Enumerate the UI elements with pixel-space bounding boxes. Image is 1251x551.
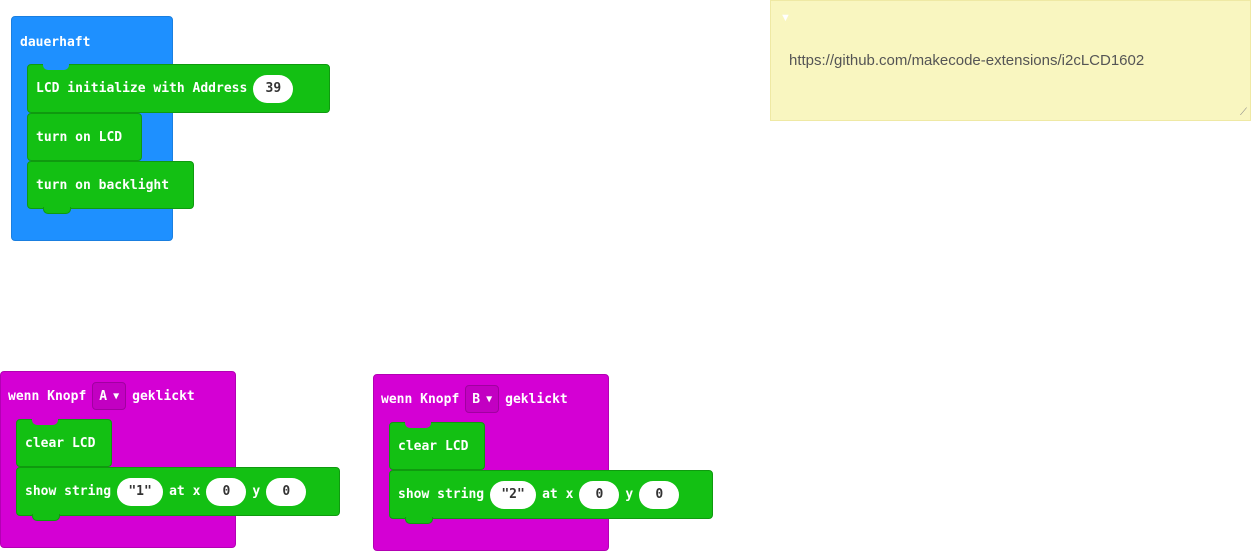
block-notch bbox=[405, 422, 431, 428]
lcd-initialize-label: LCD initialize with Address bbox=[36, 81, 248, 96]
resize-grip-icon[interactable]: ⟋ bbox=[1240, 107, 1247, 118]
y-input-a[interactable]: 0 bbox=[266, 477, 307, 506]
turn-on-lcd-label: turn on LCD bbox=[36, 129, 123, 145]
button-b-value: B bbox=[472, 391, 481, 407]
turn-on-lcd-block[interactable]: turn on LCD bbox=[27, 113, 142, 161]
clear-lcd-block-b[interactable]: clear LCD bbox=[389, 422, 485, 470]
button-a-dropdown[interactable]: A ▼ bbox=[92, 382, 127, 410]
at-x-label-a: at x bbox=[169, 484, 201, 499]
show-string-block-b[interactable]: show string "2" at x 0 y 0 bbox=[389, 470, 713, 524]
clear-lcd-block-a[interactable]: clear LCD bbox=[16, 419, 112, 467]
button-b-dropdown[interactable]: B ▼ bbox=[465, 385, 500, 413]
turn-on-backlight-block[interactable]: turn on backlight bbox=[27, 161, 194, 214]
button-a-value: A bbox=[99, 388, 108, 404]
workspace-comment[interactable]: ▼ https://github.com/makecode-extensions… bbox=[770, 0, 1251, 121]
x-input-a[interactable]: 0 bbox=[206, 477, 247, 506]
forever-block-header[interactable]: dauerhaft bbox=[20, 31, 90, 53]
button-a-event-header[interactable]: wenn Knopf A ▼ geklickt bbox=[8, 380, 195, 412]
button-b-suffix: geklickt bbox=[505, 391, 568, 407]
block-notch bbox=[32, 419, 58, 425]
at-x-label-b: at x bbox=[542, 487, 574, 502]
y-label-a: y bbox=[252, 484, 261, 499]
address-input[interactable]: 39 bbox=[253, 74, 294, 103]
clear-lcd-label-a: clear LCD bbox=[25, 435, 96, 451]
block-tab bbox=[43, 207, 71, 214]
y-input-b[interactable]: 0 bbox=[639, 480, 680, 509]
block-tab bbox=[405, 517, 433, 524]
button-b-event-header[interactable]: wenn Knopf B ▼ geklickt bbox=[381, 383, 568, 415]
lcd-initialize-block[interactable]: LCD initialize with Address 39 bbox=[27, 64, 330, 113]
string-input-b[interactable]: "2" bbox=[490, 480, 537, 509]
clear-lcd-label-b: clear LCD bbox=[398, 438, 469, 454]
show-string-label-a: show string bbox=[25, 484, 112, 499]
string-input-a[interactable]: "1" bbox=[117, 477, 164, 506]
block-notch bbox=[43, 64, 69, 70]
chevron-down-icon: ▼ bbox=[113, 390, 120, 402]
button-a-suffix: geklickt bbox=[132, 388, 195, 404]
block-tab bbox=[32, 514, 60, 521]
comment-text[interactable]: https://github.com/makecode-extensions/i… bbox=[789, 52, 1144, 69]
collapse-triangle-icon[interactable]: ▼ bbox=[780, 12, 791, 24]
show-string-block-a[interactable]: show string "1" at x 0 y 0 bbox=[16, 467, 340, 521]
y-label-b: y bbox=[625, 487, 634, 502]
turn-on-backlight-label: turn on backlight bbox=[36, 177, 170, 193]
chevron-down-icon: ▼ bbox=[486, 393, 493, 405]
show-string-label-b: show string bbox=[398, 487, 485, 502]
forever-label: dauerhaft bbox=[20, 34, 91, 50]
button-b-prefix: wenn Knopf bbox=[381, 391, 460, 407]
button-a-prefix: wenn Knopf bbox=[8, 388, 87, 404]
x-input-b[interactable]: 0 bbox=[579, 480, 620, 509]
